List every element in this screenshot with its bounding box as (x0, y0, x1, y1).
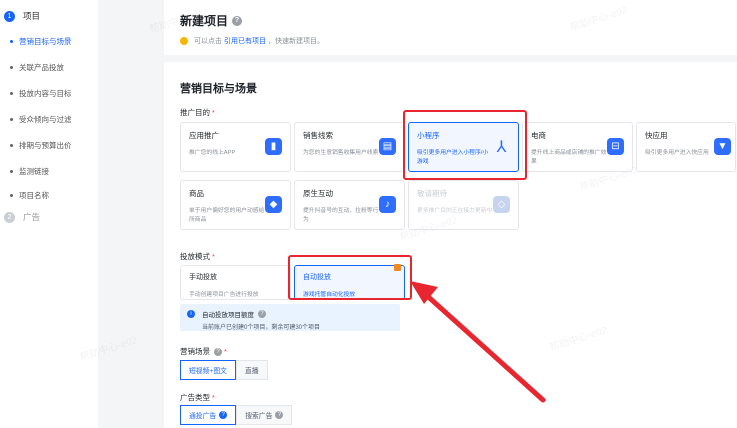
sidebar-step-label: 广告 (23, 212, 41, 222)
sidebar-step-label: 项目 (23, 11, 41, 21)
sidebar-item-project-name[interactable]: 项目名称 (10, 190, 49, 201)
sidebar-step-ad[interactable]: 2 广告 (4, 211, 40, 223)
annotation-arrow (410, 281, 546, 403)
main-area: 新建项目 ? 可以点击 引用已有项目 ，快速新建项目。 营销目标与场景 推广目的… (78, 0, 737, 428)
sidebar: 1 项目 营销目标与场景 关联产品投放 投放内容与目标 受众倾向与过滤 排期与预… (0, 0, 98, 428)
sidebar-item-budget[interactable]: 排期与预算出价 (10, 140, 72, 151)
step-number-badge: 1 (4, 10, 15, 22)
sidebar-item-audience[interactable]: 受众倾向与过滤 (10, 114, 72, 125)
sidebar-item-marketing-goal[interactable]: 营销目标与场景 (10, 36, 72, 47)
sidebar-step-project[interactable]: 1 项目 (4, 10, 40, 22)
sidebar-item-product[interactable]: 关联产品投放 (10, 62, 64, 73)
sidebar-item-tracking[interactable]: 监测链接 (10, 166, 49, 177)
step-number-badge: 2 (4, 211, 15, 223)
sidebar-item-content[interactable]: 投放内容与目标 (10, 88, 72, 99)
